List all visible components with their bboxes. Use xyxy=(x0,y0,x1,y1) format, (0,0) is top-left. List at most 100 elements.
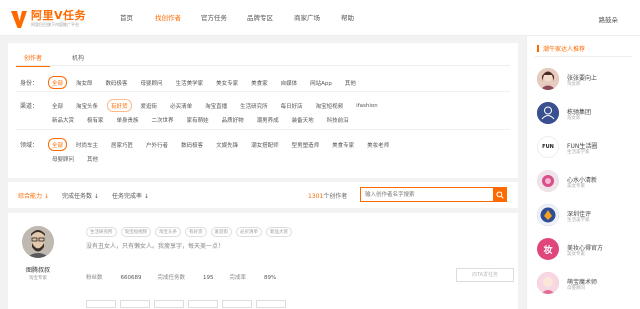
logo[interactable]: 阿里V任务 阿里巴巴旗下内容推广平台 xyxy=(10,7,86,31)
filter-tag[interactable]: 必买清单 xyxy=(166,99,196,112)
avatar[interactable] xyxy=(537,68,559,90)
filter-divider xyxy=(16,91,510,92)
search-box xyxy=(360,187,507,202)
filter-tag[interactable]: 潮女搭配师 xyxy=(247,138,283,151)
avatar[interactable] xyxy=(537,272,559,294)
creator-channel-tags: 生活研究所 淘宝短视频 淘宝头条 有好货 爱逛街 必买清单 新品大赏 xyxy=(86,227,296,237)
recommended-creator[interactable]: 萌宝魔术师 母婴顾问 xyxy=(537,272,637,296)
filter-tag[interactable]: 全部 xyxy=(48,99,67,112)
avatar[interactable] xyxy=(537,204,559,226)
channel-tag: 生活研究所 xyxy=(86,227,117,237)
send-task-button[interactable]: 向TA发任务 xyxy=(456,268,514,282)
filter-tag[interactable]: 极有家 xyxy=(83,113,108,126)
channel-tag: 必买清单 xyxy=(236,227,262,237)
filter-tag[interactable]: 母婴顾问 xyxy=(137,76,167,89)
channel-tag-placeholder xyxy=(256,300,286,308)
channel-tag-placeholder xyxy=(222,300,252,308)
filter-tag[interactable]: 二次世界 xyxy=(148,113,178,126)
filter-tag[interactable]: 母婴顾问 xyxy=(48,152,78,165)
next-card-tags xyxy=(86,300,290,308)
filter-tag[interactable]: 型男塑造师 xyxy=(288,138,324,151)
filter-tag[interactable]: 品质好物 xyxy=(218,113,248,126)
avatar[interactable] xyxy=(537,102,559,124)
filter-channel-row2: 新品大赏 极有家 单身贵族 二次世界 家有萌娃 品质好物 潮男养成 装备天地 科… xyxy=(48,113,358,126)
recommended-creator[interactable]: 深圳佳评 生活美学家 xyxy=(537,204,637,228)
sidebar-title: 潮牛家达人推荐 xyxy=(537,44,585,53)
nav-find-creators[interactable]: 找创作者 xyxy=(155,0,181,36)
recommended-creator[interactable]: 妆 美妆心得官方 美女专家 xyxy=(537,238,637,262)
filter-tag[interactable]: 有好货 xyxy=(107,99,132,112)
nav-official-tasks[interactable]: 官方任务 xyxy=(201,0,227,36)
filter-tag[interactable]: 其他 xyxy=(83,152,102,165)
nav-merchant-square[interactable]: 商家广场 xyxy=(294,0,320,36)
baby-avatar-icon xyxy=(537,272,559,294)
sort-completion-rate[interactable]: 任务完成率 ↓ xyxy=(112,191,149,200)
filter-tag[interactable]: 美食家 xyxy=(247,76,272,89)
stat-rate-label: 完成率 xyxy=(229,275,247,281)
filter-tag[interactable]: 全部 xyxy=(48,138,68,151)
recommended-creator[interactable]: FUN FUN生活圈 生活美学家 xyxy=(537,136,637,160)
filter-tag[interactable]: 生活研究所 xyxy=(236,99,272,112)
filter-tag[interactable]: 爱逛街 xyxy=(137,99,162,112)
filter-tag[interactable]: 淘女郎 xyxy=(72,76,97,89)
filter-tag[interactable]: 居家巧匠 xyxy=(107,138,137,151)
recommended-creator[interactable]: 心水小清新 美女专家 xyxy=(537,170,637,194)
recommended-creator-role: 母婴顾问 xyxy=(567,286,585,291)
recommended-creator-role: 美女专家 xyxy=(567,184,585,189)
filter-tag[interactable]: 新品大赏 xyxy=(48,113,78,126)
nav-help[interactable]: 帮助 xyxy=(341,0,354,36)
creator-count-number: 1301 xyxy=(308,193,324,200)
filter-tag[interactable]: 网站App xyxy=(306,76,336,89)
filter-panel: 创作者 机构 身份： 全部 淘女郎 数码极客 母婴顾问 生活美学家 美女专家 美… xyxy=(8,43,518,178)
search-button[interactable] xyxy=(493,187,507,202)
filter-tag[interactable]: 自媒体 xyxy=(277,76,302,89)
filter-tag[interactable]: 数码极客 xyxy=(102,76,132,89)
filter-tag[interactable]: 全部 xyxy=(48,76,68,89)
filter-tag[interactable]: 美食专家 xyxy=(328,138,358,151)
avatar[interactable] xyxy=(537,170,559,192)
creator-role: 淘宝专家 xyxy=(29,276,47,281)
filter-tag[interactable]: 文娱先锋 xyxy=(212,138,242,151)
avatar-mark: 妆 xyxy=(543,245,553,256)
nav-home[interactable]: 首页 xyxy=(120,0,133,36)
filter-tag[interactable]: 美女专家 xyxy=(212,76,242,89)
filter-tag[interactable]: 美妆老师 xyxy=(363,138,393,151)
stat-fans-label: 粉丝数 xyxy=(86,275,103,281)
avatar[interactable]: FUN xyxy=(537,136,559,158)
user-name[interactable]: 路鼓朵 xyxy=(599,14,619,24)
channel-tag-placeholder xyxy=(86,300,116,308)
filter-tag[interactable]: 数码极客 xyxy=(177,138,207,151)
filter-tag[interactable]: 生活美学家 xyxy=(172,76,208,89)
sidebar-title-text: 潮牛家达人推荐 xyxy=(543,46,586,53)
sort-task-count[interactable]: 完成任务数 ↓ xyxy=(62,191,99,200)
filter-tag[interactable]: 单身贵族 xyxy=(113,113,143,126)
filter-tag[interactable]: 户外行者 xyxy=(142,138,172,151)
search-input[interactable] xyxy=(361,188,481,201)
avatar[interactable] xyxy=(22,226,54,258)
sort-ability[interactable]: 综合能力 ↓ xyxy=(18,191,49,200)
filter-tag[interactable]: 淘宝短视频 xyxy=(312,99,348,112)
recommended-creator[interactable]: 张张要向上 淘女郎 xyxy=(537,68,637,92)
stat-tasks-value: 195 xyxy=(203,275,214,281)
channel-tag: 淘宝短视频 xyxy=(120,227,151,237)
filter-tag[interactable]: 淘宝直播 xyxy=(201,99,231,112)
avatar[interactable]: 妆 xyxy=(537,238,559,260)
filter-tag[interactable]: 每日好店 xyxy=(277,99,307,112)
creator-count-suffix: 个创作者 xyxy=(323,193,348,200)
filter-tag[interactable]: 其他 xyxy=(341,76,360,89)
nav-brand-zone[interactable]: 品牌专区 xyxy=(247,0,273,36)
creator-description: 没有丑女人，只有懒女人。我瘦享字，每天美一点！ xyxy=(86,243,225,250)
search-icon xyxy=(496,190,504,199)
filter-tag[interactable]: 装备天地 xyxy=(288,113,318,126)
filter-tag[interactable]: ifashion xyxy=(352,100,382,111)
creator-name[interactable]: 图腾叔叔 xyxy=(16,265,60,274)
filter-tag[interactable]: 科技前沿 xyxy=(323,113,353,126)
filter-tag[interactable]: 时尚车主 xyxy=(72,138,102,151)
recommended-creator[interactable]: 栋驰集团 淘女郎 xyxy=(537,102,637,126)
filter-tag[interactable]: 家有萌娃 xyxy=(183,113,213,126)
creator-card[interactable]: 图腾叔叔 淘宝专家 生活研究所 淘宝短视频 淘宝头条 有好货 爱逛街 必买清单 … xyxy=(8,213,518,309)
filter-tag[interactable]: 淘宝头条 xyxy=(72,99,102,112)
person-avatar-icon xyxy=(537,68,559,90)
filter-tag[interactable]: 潮男养成 xyxy=(253,113,283,126)
stat-tasks: 完成任务数 195 xyxy=(158,273,214,281)
